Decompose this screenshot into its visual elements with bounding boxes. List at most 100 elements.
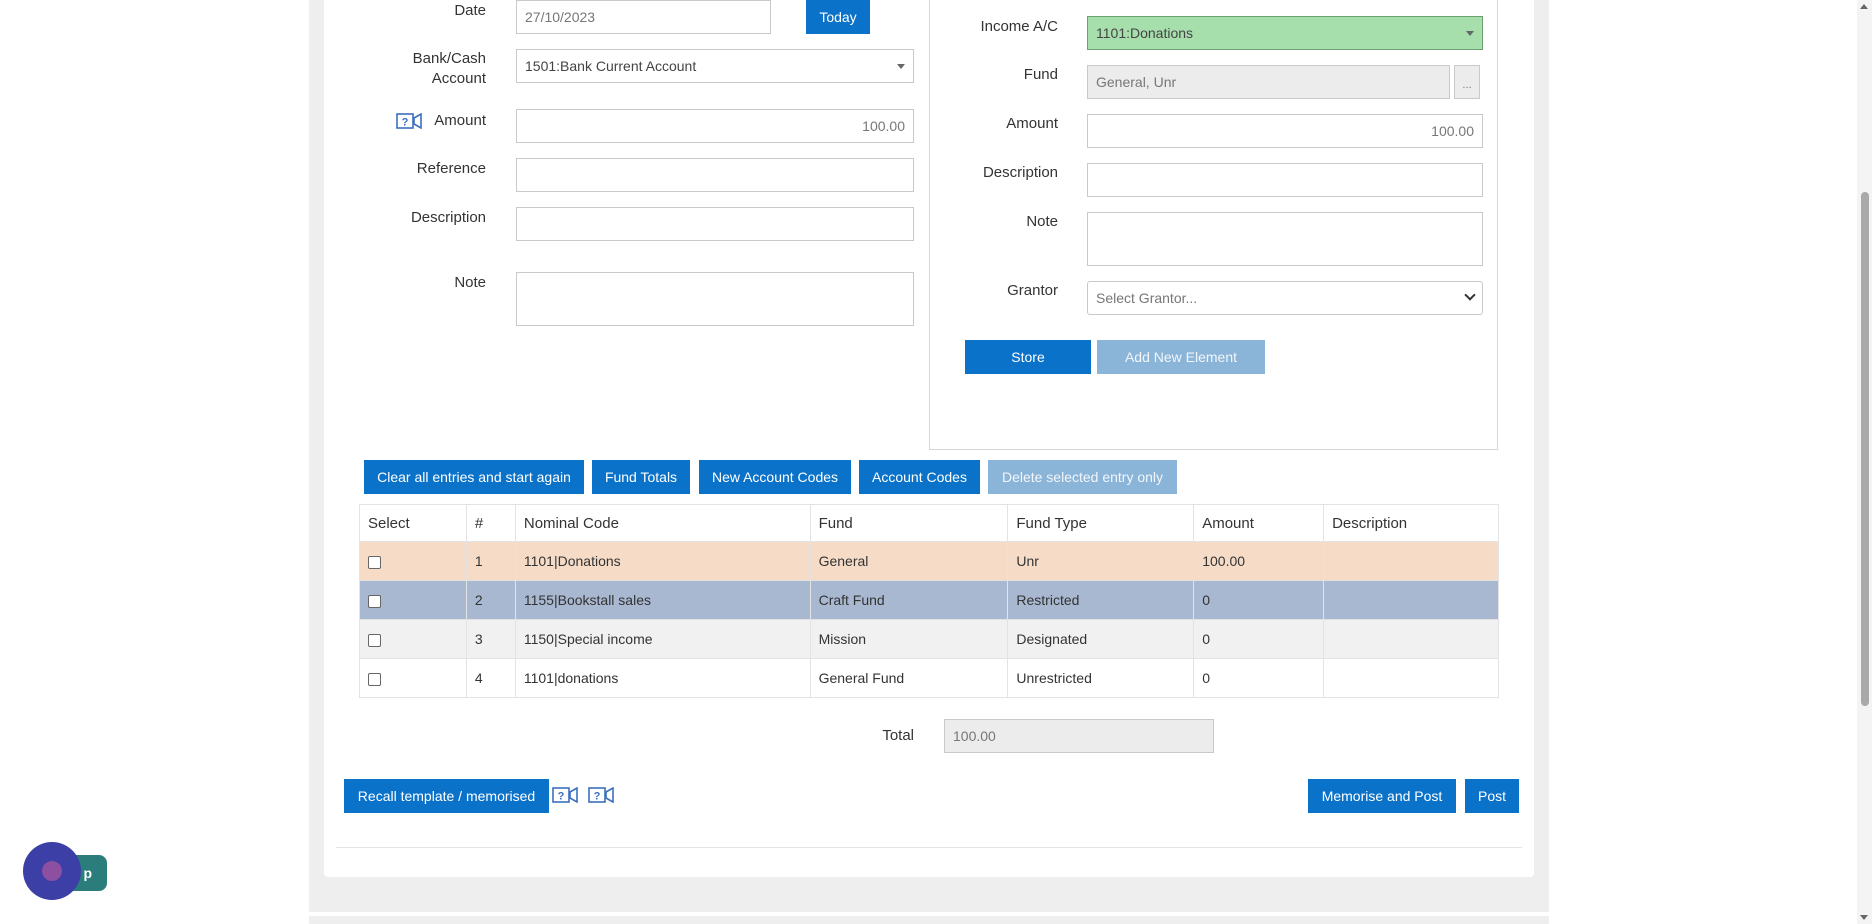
clear-all-button[interactable]: Clear all entries and start again bbox=[364, 460, 584, 494]
row-number: 2 bbox=[465, 580, 516, 620]
row-checkbox[interactable] bbox=[368, 594, 381, 608]
note-label: Note bbox=[454, 274, 486, 291]
chat-avatar-icon bbox=[42, 861, 62, 881]
row-checkbox[interactable] bbox=[368, 672, 381, 686]
row-select-cell bbox=[359, 619, 467, 659]
footer-divider bbox=[336, 847, 1522, 848]
add-new-element-button[interactable]: Add New Element bbox=[1097, 340, 1265, 374]
grantor-placeholder: Select Grantor... bbox=[1096, 290, 1198, 306]
row-amount: 0 bbox=[1193, 658, 1325, 698]
row-number: 4 bbox=[465, 658, 516, 698]
row-fund: Mission bbox=[809, 619, 1009, 659]
chat-launcher-button[interactable] bbox=[23, 842, 81, 900]
right-description-input[interactable] bbox=[1087, 163, 1483, 197]
video-help-icon[interactable]: ? bbox=[552, 787, 578, 803]
today-button[interactable]: Today bbox=[806, 0, 870, 34]
fund-label: Fund bbox=[1023, 66, 1058, 83]
row-fund-type: Unr bbox=[1007, 541, 1195, 581]
amount-input[interactable]: 100.00 bbox=[516, 109, 914, 143]
dropdown-caret-icon bbox=[1466, 31, 1474, 36]
svg-text:?: ? bbox=[558, 791, 565, 803]
fund-input[interactable]: General, Unr bbox=[1087, 65, 1450, 99]
table-header-row: Select # Nominal Code Fund Fund Type Amo… bbox=[359, 504, 1499, 542]
row-description bbox=[1323, 541, 1499, 581]
memorise-and-post-button[interactable]: Memorise and Post bbox=[1308, 779, 1456, 813]
account-codes-button[interactable]: Account Codes bbox=[859, 460, 980, 494]
date-input[interactable]: 27/10/2023 bbox=[516, 0, 771, 34]
table-row[interactable]: 4 1101|donations General Fund Unrestrict… bbox=[359, 658, 1499, 698]
scroll-up-icon[interactable] bbox=[1860, 4, 1868, 9]
right-amount-input[interactable]: 100.00 bbox=[1087, 114, 1483, 148]
table-row[interactable]: 1 1101|Donations General Unr 100.00 bbox=[359, 541, 1499, 581]
store-button[interactable]: Store bbox=[965, 340, 1091, 374]
reference-input[interactable] bbox=[516, 158, 914, 192]
total-value: 100.00 bbox=[944, 719, 1214, 753]
income-account-select[interactable]: 1101:Donations bbox=[1087, 16, 1483, 50]
row-checkbox[interactable] bbox=[368, 633, 381, 647]
row-fund-type: Unrestricted bbox=[1007, 658, 1195, 698]
svg-text:?: ? bbox=[402, 117, 409, 129]
column-header-number: # bbox=[465, 504, 516, 542]
recall-template-button[interactable]: Recall template / memorised bbox=[344, 779, 549, 813]
page-scrollbar[interactable] bbox=[1857, 0, 1872, 924]
row-nominal-code: 1101|donations bbox=[514, 658, 811, 698]
delete-selected-button[interactable]: Delete selected entry only bbox=[988, 460, 1177, 494]
right-note-label: Note bbox=[1026, 213, 1058, 230]
bank-account-label-line2: Account bbox=[431, 70, 486, 87]
row-amount: 0 bbox=[1193, 619, 1325, 659]
fund-browse-button[interactable]: ... bbox=[1454, 65, 1480, 99]
table-row[interactable]: 2 1155|Bookstall sales Craft Fund Restri… bbox=[359, 580, 1499, 620]
page-background-lower bbox=[309, 916, 1549, 924]
row-number: 1 bbox=[465, 541, 516, 581]
row-amount: 0 bbox=[1193, 580, 1325, 620]
row-checkbox[interactable] bbox=[368, 555, 381, 569]
income-account-label: Income A/C bbox=[980, 18, 1058, 35]
date-label: Date bbox=[454, 2, 486, 19]
row-fund: General Fund bbox=[809, 658, 1009, 698]
description-label: Description bbox=[410, 209, 486, 226]
column-header-description: Description bbox=[1323, 504, 1499, 542]
scroll-down-icon[interactable] bbox=[1860, 915, 1868, 920]
scrollbar-thumb[interactable] bbox=[1861, 192, 1869, 706]
row-fund-type: Restricted bbox=[1007, 580, 1195, 620]
row-select-cell bbox=[359, 541, 467, 581]
column-header-fund-type: Fund Type bbox=[1007, 504, 1195, 542]
income-account-value: 1101:Donations bbox=[1096, 25, 1194, 41]
row-fund: General bbox=[809, 541, 1009, 581]
description-input[interactable] bbox=[516, 207, 914, 241]
table-row[interactable]: 3 1150|Special income Mission Designated… bbox=[359, 619, 1499, 659]
row-description bbox=[1323, 580, 1499, 620]
row-fund: Craft Fund bbox=[809, 580, 1009, 620]
row-select-cell bbox=[359, 658, 467, 698]
fund-totals-button[interactable]: Fund Totals bbox=[592, 460, 690, 494]
bank-account-select[interactable]: 1501:Bank Current Account bbox=[516, 49, 914, 83]
row-nominal-code: 1155|Bookstall sales bbox=[514, 580, 811, 620]
entries-table: Select # Nominal Code Fund Fund Type Amo… bbox=[359, 504, 1499, 698]
bank-account-label-line1: Bank/Cash bbox=[412, 50, 486, 67]
row-description bbox=[1323, 658, 1499, 698]
right-description-label: Description bbox=[982, 164, 1058, 181]
row-nominal-code: 1150|Special income bbox=[514, 619, 811, 659]
video-help-icon[interactable]: ? bbox=[396, 113, 422, 129]
new-account-codes-button[interactable]: New Account Codes bbox=[699, 460, 851, 494]
post-button[interactable]: Post bbox=[1465, 779, 1519, 813]
row-select-cell bbox=[359, 580, 467, 620]
note-textarea[interactable] bbox=[516, 272, 914, 326]
chevron-down-icon bbox=[1464, 289, 1476, 301]
svg-text:?: ? bbox=[594, 791, 601, 803]
video-help-icon[interactable]: ? bbox=[588, 787, 614, 803]
column-header-select: Select bbox=[359, 504, 467, 542]
right-amount-label: Amount bbox=[1006, 115, 1058, 132]
column-header-fund: Fund bbox=[809, 504, 1009, 542]
bank-account-value: 1501:Bank Current Account bbox=[525, 58, 697, 74]
column-header-nominal-code: Nominal Code bbox=[514, 504, 811, 542]
column-header-amount: Amount bbox=[1193, 504, 1325, 542]
row-amount: 100.00 bbox=[1193, 541, 1325, 581]
reference-label: Reference bbox=[416, 160, 486, 177]
row-nominal-code: 1101|Donations bbox=[514, 541, 811, 581]
grantor-select[interactable]: Select Grantor... bbox=[1087, 281, 1483, 315]
row-fund-type: Designated bbox=[1007, 619, 1195, 659]
dropdown-caret-icon bbox=[897, 64, 905, 69]
amount-label: Amount bbox=[434, 112, 486, 129]
right-note-textarea[interactable] bbox=[1087, 212, 1483, 266]
